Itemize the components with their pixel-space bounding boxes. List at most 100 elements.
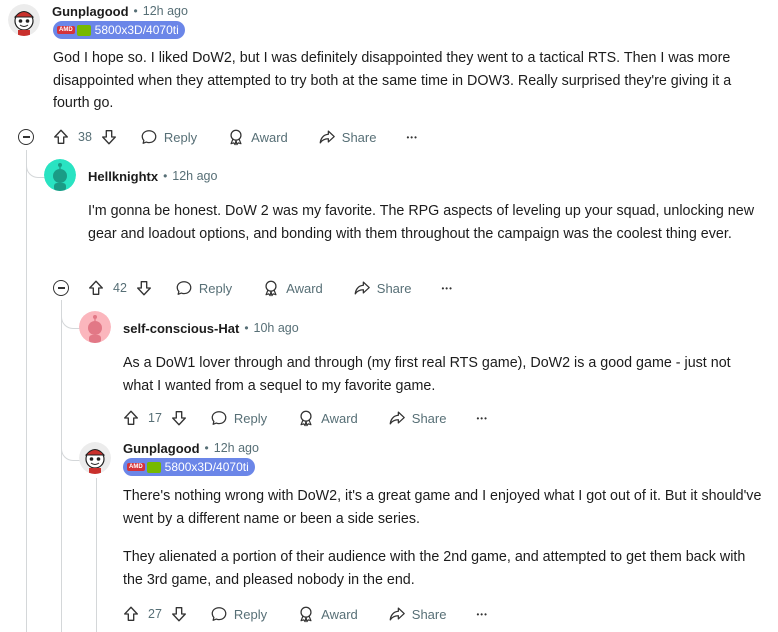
reply-icon xyxy=(211,607,227,621)
reply-button[interactable]: Reply xyxy=(210,605,267,623)
share-icon xyxy=(319,130,335,144)
more-icon: ••• xyxy=(476,609,488,619)
award-button[interactable]: Award xyxy=(297,409,358,427)
award-icon xyxy=(300,606,312,623)
reply-button[interactable]: Reply xyxy=(210,409,267,427)
share-button[interactable]: Share xyxy=(318,128,377,146)
collapse-icon[interactable] xyxy=(18,129,34,145)
timestamp[interactable]: 12h ago xyxy=(143,4,188,18)
more-options-button[interactable]: ••• xyxy=(406,133,417,142)
downvote-button[interactable] xyxy=(100,128,118,146)
avatar[interactable] xyxy=(79,442,111,474)
flair-text: 5800x3D/4070ti xyxy=(94,23,179,37)
reply-icon xyxy=(141,130,157,144)
share-icon xyxy=(354,281,370,295)
comment-actions: 38 Reply Award Share ••• xyxy=(52,125,418,149)
username[interactable]: Gunplagood xyxy=(123,441,200,456)
downvote-button[interactable] xyxy=(170,605,188,623)
share-button[interactable]: Share xyxy=(388,605,447,623)
snoo-avatar-icon xyxy=(8,4,40,36)
downvote-icon xyxy=(171,411,186,426)
nvidia-logo-icon xyxy=(76,24,91,36)
timestamp[interactable]: 10h ago xyxy=(254,321,299,335)
separator-dot: • xyxy=(133,4,138,18)
more-icon: ••• xyxy=(406,132,418,142)
downvote-icon xyxy=(171,607,186,622)
comment-paragraph: God I hope so. I liked DoW2, but I was d… xyxy=(53,50,732,111)
downvote-button[interactable] xyxy=(135,279,153,297)
share-label: Share xyxy=(411,410,447,426)
username[interactable]: Gunplagood xyxy=(52,4,129,19)
award-label: Award xyxy=(251,129,288,145)
more-icon: ••• xyxy=(476,413,488,423)
amd-logo-icon: AMD xyxy=(57,26,75,34)
award-label: Award xyxy=(321,606,358,622)
snoo-avatar-icon xyxy=(79,311,111,343)
award-icon xyxy=(230,129,242,146)
comment-paragraph: They alienated a portion of their audien… xyxy=(123,549,746,588)
reply-label: Reply xyxy=(198,280,233,296)
reply-label: Reply xyxy=(233,606,268,622)
upvote-icon xyxy=(124,606,138,621)
avatar[interactable] xyxy=(8,4,40,36)
share-button[interactable]: Share xyxy=(353,279,411,297)
downvote-icon xyxy=(136,281,151,296)
separator-dot: • xyxy=(244,321,249,335)
reply-icon xyxy=(176,281,192,295)
more-options-button[interactable]: ••• xyxy=(441,284,452,293)
comment-paragraph: There's nothing wrong with DoW2, it's a … xyxy=(123,488,762,527)
snoo-avatar-icon xyxy=(44,159,76,191)
thread-curve xyxy=(61,430,80,461)
reply-icon xyxy=(211,411,227,425)
comment-actions: 27 Reply Award Share ••• xyxy=(122,602,488,626)
user-flair: AMD 5800x3D/4070ti xyxy=(123,458,255,476)
username[interactable]: self-conscious-Hat xyxy=(123,321,239,336)
more-options-button[interactable]: ••• xyxy=(476,414,487,423)
upvote-button[interactable] xyxy=(122,605,140,623)
upvote-button[interactable] xyxy=(87,279,105,297)
comment-actions: 17 Reply Award Share ••• xyxy=(122,406,488,430)
comment-paragraph: As a DoW1 lover through and through (my … xyxy=(123,355,731,394)
upvote-button[interactable] xyxy=(122,409,140,427)
upvote-button[interactable] xyxy=(52,128,70,146)
username[interactable]: Hellknightx xyxy=(88,169,158,184)
user-flair: AMD 5800x3D/4070ti xyxy=(53,21,185,39)
timestamp[interactable]: 12h ago xyxy=(214,441,259,455)
reply-label: Reply xyxy=(233,410,268,426)
thread-curve xyxy=(61,300,80,329)
timestamp[interactable]: 12h ago xyxy=(172,169,217,183)
avatar[interactable] xyxy=(79,311,111,343)
award-button[interactable]: Award xyxy=(262,279,323,297)
downvote-icon xyxy=(101,130,116,145)
collapse-icon[interactable] xyxy=(53,280,69,296)
separator-dot: • xyxy=(204,441,209,455)
thread-line xyxy=(61,300,62,632)
upvote-icon xyxy=(89,280,103,295)
award-icon xyxy=(265,280,277,297)
avatar[interactable] xyxy=(44,159,76,191)
share-label: Share xyxy=(411,606,447,622)
snoo-avatar-icon xyxy=(79,442,111,474)
share-label: Share xyxy=(341,129,377,145)
reply-button[interactable]: Reply xyxy=(140,128,197,146)
award-button[interactable]: Award xyxy=(297,605,358,623)
more-options-button[interactable]: ••• xyxy=(476,610,487,619)
share-button[interactable]: Share xyxy=(388,409,447,427)
upvote-icon xyxy=(124,410,138,425)
vote-count: 42 xyxy=(113,281,127,295)
comment-body: As a DoW1 lover through and through (my … xyxy=(123,352,763,397)
nvidia-logo-icon xyxy=(146,461,161,473)
reply-label: Reply xyxy=(163,129,198,145)
separator-dot: • xyxy=(163,169,168,183)
award-button[interactable]: Award xyxy=(227,128,288,146)
thread-line xyxy=(26,150,27,632)
thread-line xyxy=(96,478,97,632)
reply-button[interactable]: Reply xyxy=(175,279,232,297)
share-icon xyxy=(389,607,405,621)
comment-paragraph: I'm gonna be honest. DoW 2 was my favori… xyxy=(88,203,755,242)
comment-actions: 42 Reply Award Share ••• xyxy=(87,276,453,300)
award-label: Award xyxy=(321,410,358,426)
vote-count: 27 xyxy=(148,607,162,621)
downvote-button[interactable] xyxy=(170,409,188,427)
thread-curve xyxy=(26,150,45,178)
